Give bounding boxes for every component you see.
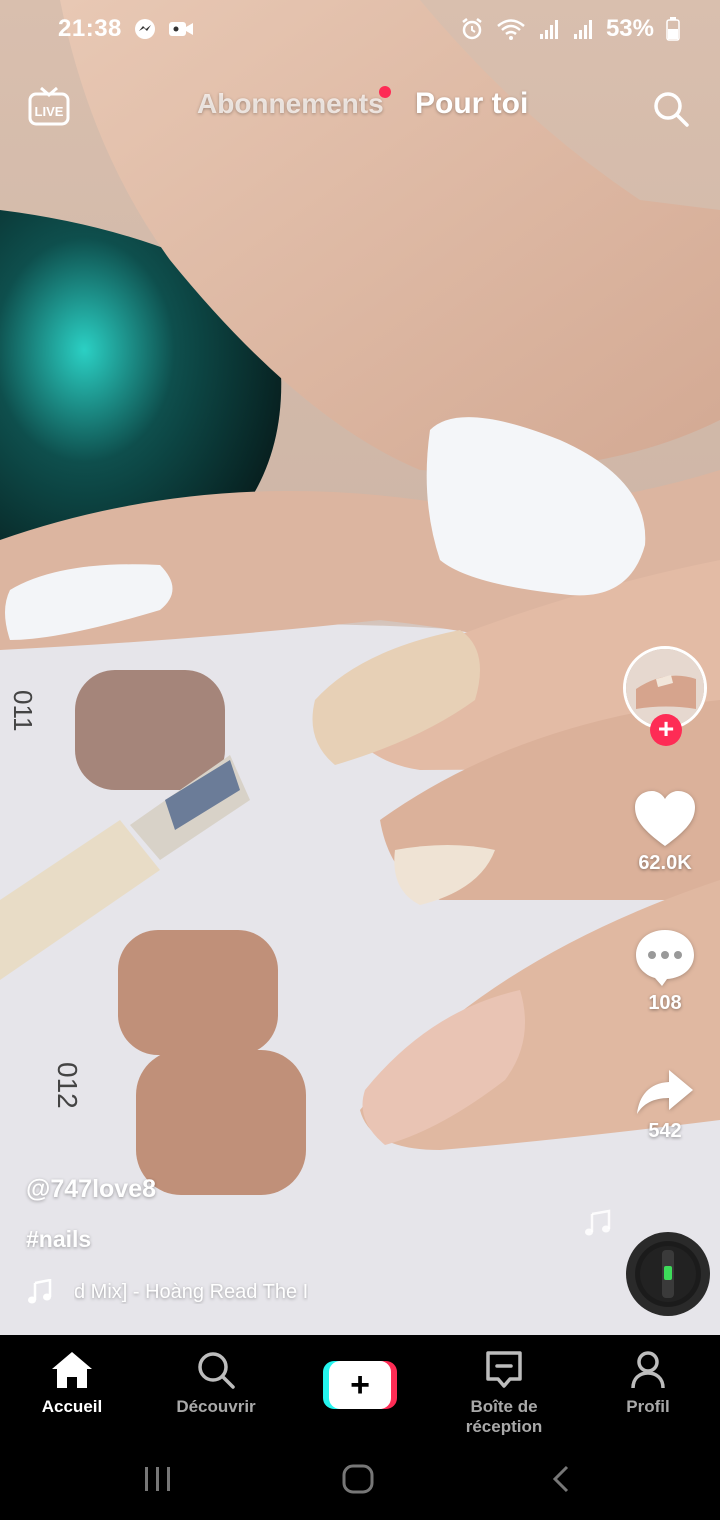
system-nav-bar: [0, 1435, 720, 1520]
alarm-icon: [462, 18, 482, 40]
video-call-icon: [168, 22, 193, 36]
tab-following[interactable]: Abonnements: [197, 88, 384, 120]
floating-note-icon: [585, 1209, 611, 1236]
tab-inbox-label: Boîte de réception: [465, 1397, 543, 1436]
follow-button[interactable]: +: [650, 714, 682, 746]
share-button[interactable]: 542: [610, 1068, 720, 1143]
tab-profile[interactable]: Profil: [576, 1351, 720, 1417]
tab-create[interactable]: +: [288, 1351, 432, 1409]
recent-apps-icon[interactable]: [142, 1465, 174, 1493]
tab-discover-label: Découvrir: [176, 1397, 256, 1416]
messenger-icon: [134, 19, 155, 39]
wifi-icon: [497, 19, 525, 40]
comment-icon: [636, 930, 694, 986]
tab-discover[interactable]: Découvrir: [144, 1351, 288, 1417]
live-button[interactable]: LIVE: [28, 86, 70, 128]
music-note-icon: [28, 1279, 52, 1304]
status-bar: 21:38 53%: [0, 0, 720, 58]
profile-icon: [631, 1351, 665, 1389]
top-nav: LIVE Abonnements Pour toi: [0, 70, 720, 140]
tab-profile-label: Profil: [626, 1397, 670, 1416]
tab-home[interactable]: Accueil: [0, 1351, 144, 1417]
video-caption: @747love8 #nails d Mix] - Hoàng Read The…: [26, 1175, 356, 1305]
comment-count: 108: [648, 992, 682, 1014]
battery-percent: 53%: [605, 15, 654, 42]
like-button[interactable]: 62.0K: [610, 790, 720, 875]
tab-for-you[interactable]: Pour toi: [415, 87, 528, 121]
bottom-tab-bar: Accueil Découvrir + Boîte de réception P…: [0, 1335, 720, 1437]
swatch-label-011: 011: [8, 690, 38, 731]
swatch-label-012: 012: [52, 1062, 83, 1109]
signal-icon: [573, 20, 592, 39]
comment-button[interactable]: 108: [610, 928, 720, 1015]
like-count: 62.0K: [638, 852, 692, 874]
create-icon: +: [323, 1361, 397, 1409]
hashtag[interactable]: #nails: [26, 1226, 356, 1253]
status-time: 21:38: [58, 15, 122, 42]
username[interactable]: @747love8: [26, 1175, 356, 1204]
search-icon[interactable]: [652, 90, 690, 128]
music-title: d Mix] - Hoàng Read The I: [74, 1280, 309, 1303]
music-disc[interactable]: [626, 1232, 710, 1316]
music-info[interactable]: d Mix] - Hoàng Read The I: [26, 1279, 356, 1305]
tab-inbox[interactable]: Boîte de réception: [432, 1351, 576, 1437]
signal-icon: [539, 20, 558, 39]
tab-home-label: Accueil: [41, 1397, 103, 1416]
search-icon: [198, 1352, 235, 1389]
live-label: LIVE: [35, 104, 64, 119]
heart-icon: [635, 791, 695, 846]
battery-icon: [666, 17, 680, 41]
home-nav-icon[interactable]: [341, 1463, 375, 1495]
back-icon[interactable]: [550, 1465, 572, 1493]
inbox-icon: [486, 1351, 522, 1388]
share-icon: [637, 1070, 693, 1114]
notification-dot: [379, 86, 391, 98]
home-icon: [52, 1352, 92, 1388]
disc-cover-icon: [640, 1246, 696, 1302]
share-count: 542: [648, 1120, 682, 1142]
